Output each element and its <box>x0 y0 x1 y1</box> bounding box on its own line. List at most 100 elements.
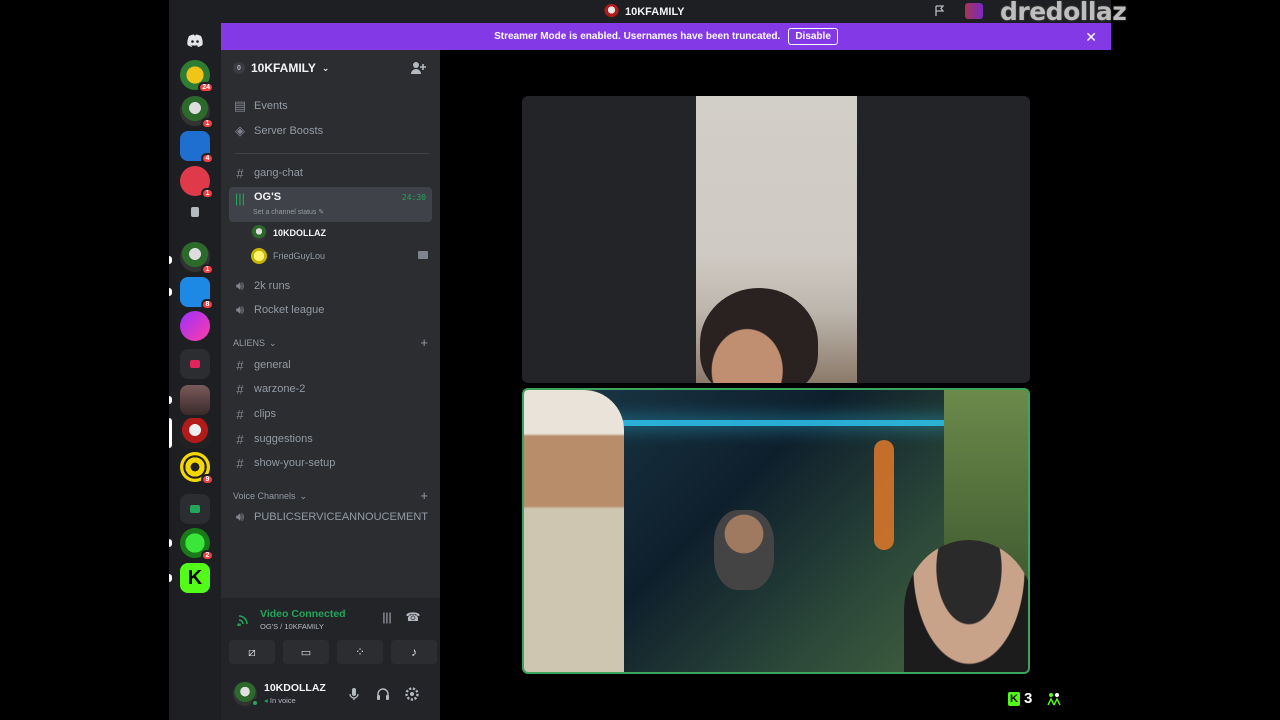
server-icon[interactable] <box>180 418 210 448</box>
channel-status-text: Set a channel status <box>253 209 317 216</box>
add-channel-icon[interactable]: + <box>420 335 428 350</box>
channel-clips[interactable]: # clips <box>229 403 432 425</box>
video-stage <box>440 50 1111 720</box>
kick-server-icon[interactable]: K <box>180 563 210 593</box>
hashtag-icon: # <box>236 406 244 422</box>
category-aliens[interactable]: ALIENS ⌄ <box>233 338 277 349</box>
activities-icon: ⁘ <box>354 645 366 659</box>
voice-channel-psa[interactable]: 🔊︎ PUBLICSERVICEANNOUCEMENT <box>229 506 432 528</box>
unread-badge: 24 <box>198 82 214 93</box>
gear-icon[interactable] <box>404 686 420 702</box>
channel-label: suggestions <box>254 433 313 445</box>
server-icon[interactable]: 4 <box>180 131 214 164</box>
speaker-icon: 🔊︎ <box>235 302 245 317</box>
channel-status[interactable]: Set a channel status ✎ <box>253 208 324 216</box>
noise-suppression-icon[interactable]: ||| <box>379 610 395 626</box>
video-tile[interactable] <box>522 96 1030 383</box>
voice-channel-2k-runs[interactable]: 🔊︎ 2k runs <box>229 275 432 297</box>
voice-member[interactable]: 10KDOLLAZ <box>251 223 326 243</box>
server-icon[interactable]: 1 <box>180 166 214 199</box>
avatar <box>251 225 267 241</box>
channel-suggestions[interactable]: # suggestions <box>229 428 432 450</box>
channel-show-your-setup[interactable]: # show-your-setup <box>229 452 432 474</box>
camera-toggle-button[interactable]: ⧄ <box>229 640 275 664</box>
server-folder[interactable] <box>180 494 210 524</box>
guild-icon: 0 <box>233 62 245 74</box>
username[interactable]: 10KDOLLAZ <box>264 682 326 694</box>
camera-off-icon: ⧄ <box>248 644 256 659</box>
channel-label: OG'S <box>254 191 282 203</box>
category-voice-channels[interactable]: Voice Channels ⌄ <box>233 491 307 502</box>
avatar <box>251 248 267 264</box>
hashtag-icon: # <box>236 431 244 447</box>
activities-button[interactable]: ⁘ <box>337 640 383 664</box>
headphones-icon[interactable] <box>375 686 391 702</box>
unread-pill <box>169 256 172 264</box>
server-icon[interactable] <box>180 200 210 224</box>
server-icon[interactable]: 1 <box>180 96 214 129</box>
channel-label: general <box>254 359 291 371</box>
discord-home-icon[interactable] <box>180 27 210 55</box>
chevron-down-icon: ⌄ <box>299 491 308 501</box>
soundboard-button[interactable]: ♪ <box>391 640 437 664</box>
unread-badge: 9 <box>201 474 214 485</box>
server-icon[interactable]: 9 <box>180 452 214 485</box>
add-channel-icon[interactable]: + <box>420 488 428 503</box>
voice-status[interactable]: Video Connected <box>260 608 346 620</box>
disconnect-icon[interactable]: ☎ <box>405 610 421 626</box>
events-label: Events <box>254 100 288 112</box>
close-icon[interactable]: ✕ <box>1085 29 1097 46</box>
server-icon[interactable]: 24 <box>180 60 214 93</box>
server-icon[interactable]: 1 <box>180 242 214 275</box>
server-boosts-link[interactable]: ◈ Server Boosts <box>229 120 432 142</box>
hashtag-icon: # <box>236 357 244 373</box>
guild-header[interactable]: 0 10KFAMILY ⌄ <box>221 50 440 86</box>
screen-share-icon: ▭ <box>300 646 312 659</box>
kick-logo-icon: K <box>1008 691 1020 706</box>
voice-connection-panel: Video Connected OG'S / 10KFAMILY ||| ☎ ⧄… <box>221 598 440 674</box>
hashtag-icon: # <box>236 165 244 181</box>
server-folder[interactable] <box>180 349 210 379</box>
server-icon[interactable] <box>180 311 210 341</box>
banner-text: Streamer Mode is enabled. Usernames have… <box>494 31 781 42</box>
events-link[interactable]: ▤ Events <box>229 95 432 117</box>
voice-location[interactable]: OG'S / 10KFAMILY <box>260 622 324 631</box>
server-icon[interactable]: 8 <box>180 277 214 310</box>
disable-button[interactable]: Disable <box>788 28 838 45</box>
soundboard-icon: ♪ <box>411 645 417 659</box>
channel-warzone-2[interactable]: # warzone-2 <box>229 378 432 400</box>
voice-active-icon: ||| <box>234 191 246 206</box>
inbox-icon[interactable] <box>965 3 983 19</box>
screen-share-button[interactable]: ▭ <box>283 640 329 664</box>
unread-badge: 8 <box>201 299 214 310</box>
flag-icon[interactable] <box>934 5 946 17</box>
voice-channel-ogs[interactable]: ||| OG'S 24:30 <box>229 187 432 222</box>
voice-channel-rocket-league[interactable]: 🔊︎ Rocket league <box>229 299 432 321</box>
channel-gang-chat[interactable]: # gang-chat <box>229 162 432 184</box>
channel-label: 2k runs <box>254 280 291 292</box>
user-status: ◂ In voice <box>264 696 296 705</box>
discord-window: 10KFAMILY 24 1 4 1 1 8 9 2 K Streamer Mo… <box>169 0 1111 720</box>
channel-sidebar: 0 10KFAMILY ⌄ ▤ Events ◈ Server Boosts #… <box>221 50 440 598</box>
microphone-icon[interactable] <box>346 686 362 702</box>
category-label: ALIENS <box>233 338 266 348</box>
video-tile-speaking[interactable] <box>522 388 1030 674</box>
divider <box>235 153 430 154</box>
window-title-text: 10KFAMILY <box>625 5 685 18</box>
viewer-count: 3 <box>1024 690 1033 707</box>
unread-badge: 1 <box>201 118 214 129</box>
guild-name: 10KFAMILY <box>251 61 316 75</box>
server-icon[interactable]: 2 <box>180 528 214 561</box>
unread-pill <box>169 574 172 582</box>
signal-icon[interactable] <box>237 612 251 626</box>
unread-badge: 1 <box>201 264 214 275</box>
add-member-icon[interactable] <box>410 60 426 76</box>
channel-general[interactable]: # general <box>229 354 432 376</box>
title-bar: 10KFAMILY <box>169 0 1111 23</box>
server-boosts-label: Server Boosts <box>254 125 324 137</box>
voice-member[interactable]: FriedGuyLou <box>251 246 325 266</box>
member-name: 10KDOLLAZ <box>273 228 327 238</box>
server-icon[interactable] <box>180 385 210 415</box>
calendar-icon: ▤ <box>233 98 247 113</box>
channel-label: warzone-2 <box>254 383 306 395</box>
